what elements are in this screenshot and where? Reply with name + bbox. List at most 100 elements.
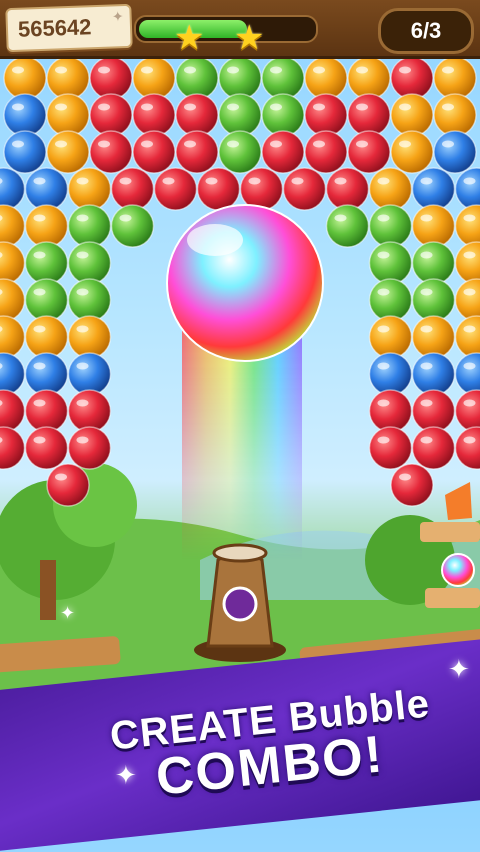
orange-bubble[interactable] [413,205,455,247]
melon-bubble[interactable] [69,242,111,284]
strawberry-bubble[interactable] [391,464,433,506]
orange-bubble[interactable] [456,242,480,284]
blueberry-bubble[interactable] [0,168,25,210]
blueberry-bubble[interactable] [26,168,68,210]
strawberry-bubble[interactable] [176,131,218,173]
orange-bubble[interactable] [69,316,111,358]
orange-bubble[interactable] [391,94,433,136]
strawberry-bubble[interactable] [198,168,240,210]
melon-bubble[interactable] [219,94,261,136]
strawberry-bubble[interactable] [305,131,347,173]
strawberry-bubble[interactable] [26,390,68,432]
melon-bubble[interactable] [26,279,68,321]
orange-bubble[interactable] [456,205,480,247]
bubble-highlight [98,67,110,74]
strawberry-bubble[interactable] [348,131,390,173]
blueberry-bubble[interactable] [456,353,480,395]
strawberry-bubble[interactable] [348,94,390,136]
strawberry-bubble[interactable] [391,57,433,99]
orange-bubble[interactable] [456,316,480,358]
melon-bubble[interactable] [413,279,455,321]
bubble-highlight [399,67,411,74]
next-rainbow-bubble[interactable] [442,554,474,586]
orange-bubble[interactable] [47,94,89,136]
strawberry-bubble[interactable] [26,427,68,469]
strawberry-bubble[interactable] [305,94,347,136]
strawberry-bubble[interactable] [176,94,218,136]
melon-bubble[interactable] [262,57,304,99]
orange-bubble[interactable] [456,279,480,321]
melon-bubble[interactable] [26,242,68,284]
orange-bubble[interactable] [0,205,25,247]
blueberry-bubble[interactable] [69,353,111,395]
melon-bubble[interactable] [327,205,369,247]
blueberry-bubble[interactable] [413,353,455,395]
orange-bubble[interactable] [133,57,175,99]
strawberry-bubble[interactable] [413,390,455,432]
orange-bubble[interactable] [47,57,89,99]
orange-bubble[interactable] [370,316,412,358]
strawberry-bubble[interactable] [284,168,326,210]
orange-bubble[interactable] [305,57,347,99]
strawberry-bubble[interactable] [69,427,111,469]
orange-bubble[interactable] [370,168,412,210]
blueberry-bubble[interactable] [413,168,455,210]
bubble-highlight [55,141,67,148]
bubble-highlight [120,215,132,222]
strawberry-bubble[interactable] [456,390,480,432]
blueberry-bubble[interactable] [0,353,25,395]
strawberry-bubble[interactable] [112,168,154,210]
strawberry-bubble[interactable] [327,168,369,210]
orange-bubble[interactable] [391,131,433,173]
orange-bubble[interactable] [0,316,25,358]
orange-bubble[interactable] [413,316,455,358]
orange-bubble[interactable] [434,94,476,136]
blueberry-bubble[interactable] [26,353,68,395]
orange-bubble[interactable] [434,57,476,99]
orange-bubble[interactable] [26,205,68,247]
strawberry-bubble[interactable] [155,168,197,210]
strawberry-bubble[interactable] [69,390,111,432]
strawberry-bubble[interactable] [133,131,175,173]
bubble-highlight [77,437,89,444]
bubble-highlight [77,289,89,296]
blueberry-bubble[interactable] [4,94,46,136]
strawberry-bubble[interactable] [0,427,25,469]
strawberry-bubble[interactable] [370,390,412,432]
orange-bubble[interactable] [26,316,68,358]
melon-bubble[interactable] [176,57,218,99]
melon-bubble[interactable] [219,131,261,173]
melon-bubble[interactable] [69,205,111,247]
orange-bubble[interactable] [348,57,390,99]
melon-bubble[interactable] [370,279,412,321]
strawberry-bubble[interactable] [241,168,283,210]
blueberry-bubble[interactable] [370,353,412,395]
strawberry-bubble[interactable] [413,427,455,469]
strawberry-bubble[interactable] [0,390,25,432]
blueberry-bubble[interactable] [456,168,480,210]
orange-bubble[interactable] [4,57,46,99]
strawberry-bubble[interactable] [90,57,132,99]
melon-bubble[interactable] [370,242,412,284]
strawberry-bubble[interactable] [133,94,175,136]
melon-bubble[interactable] [69,279,111,321]
orange-bubble[interactable] [0,242,25,284]
game-board[interactable]: 565642 ✦ ★ ★ 6/3 CREATE Bubble COMBO! ✦ … [0,0,480,800]
strawberry-bubble[interactable] [47,464,89,506]
melon-bubble[interactable] [262,94,304,136]
strawberry-bubble[interactable] [456,427,480,469]
melon-bubble[interactable] [219,57,261,99]
orange-bubble[interactable] [47,131,89,173]
blueberry-bubble[interactable] [4,131,46,173]
melon-bubble[interactable] [370,205,412,247]
bubble-highlight [313,141,325,148]
orange-bubble[interactable] [0,279,25,321]
strawberry-bubble[interactable] [262,131,304,173]
orange-bubble[interactable] [69,168,111,210]
blueberry-bubble[interactable] [434,131,476,173]
strawberry-bubble[interactable] [90,131,132,173]
melon-bubble[interactable] [413,242,455,284]
melon-bubble[interactable] [112,205,154,247]
strawberry-bubble[interactable] [90,94,132,136]
strawberry-bubble[interactable] [370,427,412,469]
